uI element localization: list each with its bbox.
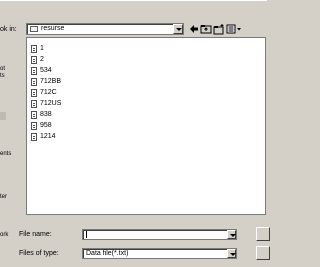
file-name: 2 xyxy=(40,56,44,63)
text-caret xyxy=(86,231,87,238)
file-icon xyxy=(31,78,37,86)
file-name: 534 xyxy=(40,67,52,74)
file-icon xyxy=(31,45,37,53)
places-label-fragment: ter xyxy=(0,194,8,200)
file-type-dropdown-button[interactable] xyxy=(227,249,236,258)
file-icon xyxy=(31,89,37,97)
open-button[interactable] xyxy=(256,227,270,241)
cancel-button[interactable] xyxy=(256,246,270,260)
file-name: 958 xyxy=(40,122,52,129)
file-name: 838 xyxy=(40,111,52,118)
look-in-label: ok in: xyxy=(0,26,17,33)
dialog-border xyxy=(0,0,267,1)
file-list[interactable]: 1 2 534 712BB 712C 712US 838 958 1214 xyxy=(26,37,266,215)
file-icon xyxy=(31,111,37,119)
places-label-fragment: ts xyxy=(0,73,5,79)
file-type-select[interactable]: Data file(*.txt) xyxy=(82,248,237,259)
file-name: 712C xyxy=(40,89,57,96)
folder-icon xyxy=(30,26,38,32)
file-name-dropdown-button[interactable] xyxy=(227,230,236,239)
look-in-dropdown-button[interactable] xyxy=(173,24,183,34)
view-menu-icon[interactable] xyxy=(226,23,242,35)
up-folder-icon[interactable] xyxy=(200,23,212,35)
look-in-value: resurse xyxy=(41,25,65,32)
file-name: 712US xyxy=(40,100,62,107)
file-type-value: Data file(*.txt) xyxy=(86,250,129,257)
back-icon[interactable] xyxy=(189,23,199,35)
file-name-label: File name: xyxy=(19,231,52,238)
places-label-fragment: ork xyxy=(0,232,9,238)
open-file-dialog: ok in: resurse ot ts ents ter ork 1 2 53… xyxy=(0,0,270,267)
places-label-fragment: ents xyxy=(0,151,12,157)
file-name-input[interactable] xyxy=(82,229,237,240)
new-folder-icon[interactable] xyxy=(213,23,225,35)
file-type-label: Files of type: xyxy=(19,250,59,257)
places-item-icon[interactable] xyxy=(0,112,6,120)
file-name: 1 xyxy=(40,45,44,52)
places-label-fragment: ot xyxy=(0,66,6,72)
look-in-combo[interactable]: resurse xyxy=(26,23,184,35)
file-icon xyxy=(31,100,37,108)
file-icon xyxy=(31,67,37,75)
file-icon xyxy=(31,56,37,64)
file-name: 1214 xyxy=(40,133,56,140)
file-icon xyxy=(31,133,37,141)
file-name: 712BB xyxy=(40,78,62,85)
file-icon xyxy=(31,122,37,130)
